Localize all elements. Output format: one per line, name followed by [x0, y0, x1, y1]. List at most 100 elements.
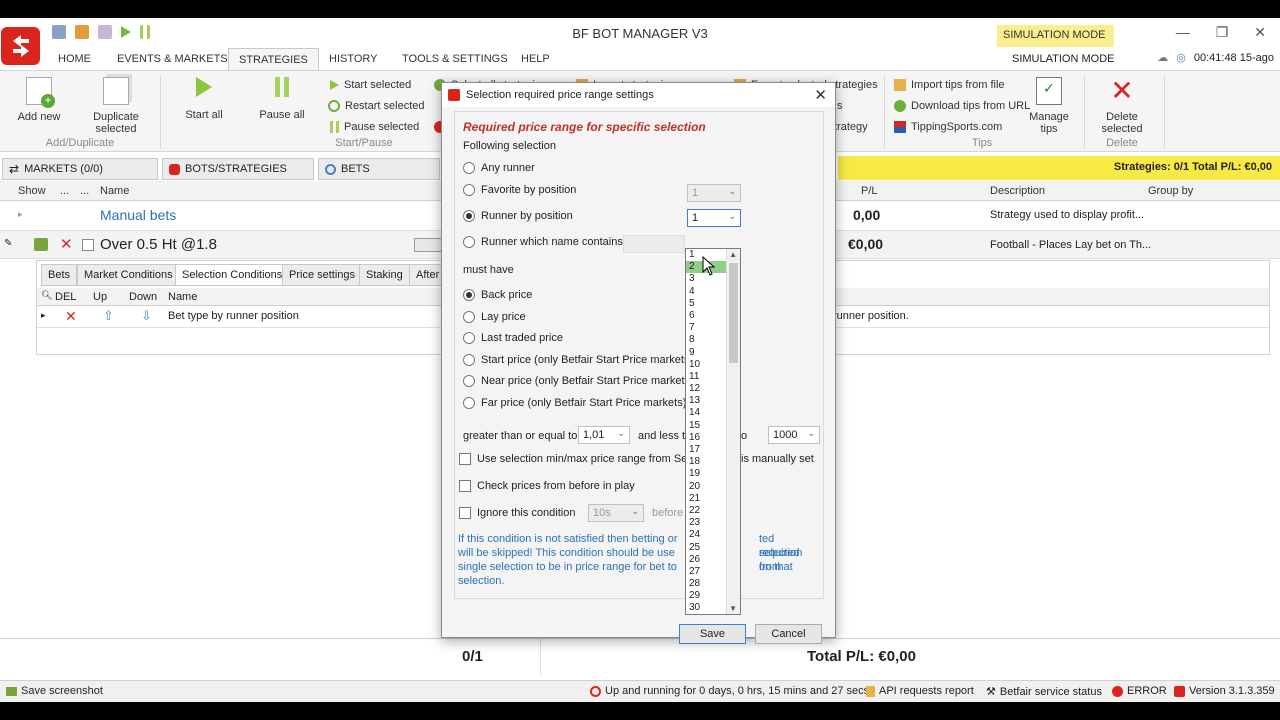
max-price-select[interactable]: 1000 ⌄ — [768, 426, 820, 444]
menu-simulation-mode[interactable]: SIMULATION MODE — [1012, 53, 1114, 65]
col-del[interactable]: DEL — [55, 291, 76, 303]
add-new-button[interactable]: + Add new — [14, 77, 64, 123]
strategy-pl: €0,00 — [848, 236, 884, 252]
tipping-sports-button[interactable]: TippingSports.com — [894, 121, 1002, 133]
delete-selected-button[interactable]: ✕ Delete selected — [1096, 77, 1148, 136]
search-icon[interactable]: 🔍︎ — [41, 290, 52, 301]
col-condition-name[interactable]: Name — [168, 291, 197, 303]
cloud-icon[interactable]: ☁ — [1157, 51, 1168, 64]
cancel-button[interactable]: Cancel — [755, 624, 822, 644]
col-dots-1[interactable]: ... — [60, 185, 69, 197]
runner-position-dropdown-list[interactable]: 1 2 3 4 5 6 7 8 9 10 11 12 13 14 15 16 17 18 19 20 21 22 23 24 2… — [685, 248, 741, 615]
tab-markets[interactable]: ⇄ MARKETS (0/0) — [2, 158, 158, 180]
col-pl[interactable]: P/L — [861, 185, 878, 197]
radio-near-price[interactable]: Near price (only Betfair Start Price mar… — [463, 375, 694, 387]
error-label: ERROR — [1127, 685, 1167, 697]
menu-tools-settings[interactable]: TOOLS & SETTINGS — [402, 53, 508, 65]
radio-lay-price[interactable]: Lay price — [463, 311, 526, 323]
menu-events-markets[interactable]: EVENTS & MARKETS — [117, 53, 228, 65]
col-name[interactable]: Name — [100, 185, 129, 197]
menu-home[interactable]: HOME — [58, 53, 91, 65]
col-group-by[interactable]: Group by — [1148, 185, 1193, 197]
expand-icon[interactable]: ▸ — [18, 209, 23, 220]
totals-count: 0/1 — [462, 648, 483, 665]
col-dots-2[interactable]: ... — [80, 185, 89, 197]
checkbox-ignore-condition[interactable]: Ignore this condition — [459, 507, 575, 519]
radio-runner-name-contains[interactable]: Runner which name contains — [463, 236, 623, 248]
ignore-time-select[interactable]: 10s ⌄ — [588, 504, 644, 522]
col-up[interactable]: Up — [93, 291, 107, 303]
col-description[interactable]: Description — [990, 185, 1045, 197]
radio-back-price[interactable]: Back price — [463, 289, 532, 301]
favorite-position-select[interactable]: 1 ⌄ — [687, 184, 741, 202]
dropdown-scrollbar[interactable]: ▲ ▼ — [726, 249, 740, 614]
radio-runner-by-position[interactable]: Runner by position — [463, 210, 573, 222]
totals-separator — [540, 639, 541, 675]
save-button[interactable]: Save — [679, 624, 746, 644]
checkbox-box — [459, 480, 471, 492]
radio-far-price[interactable]: Far price (only Betfair Start Price mark… — [463, 397, 686, 409]
edit-icon[interactable]: ✎ — [4, 238, 12, 249]
close-button[interactable]: ✕ — [1254, 24, 1266, 41]
tab-bots-strategies[interactable]: BOTS/STRATEGIES — [162, 158, 314, 180]
menu-help[interactable]: HELP — [521, 53, 550, 65]
scroll-down-icon[interactable]: ▼ — [729, 604, 737, 613]
app-logo[interactable] — [1, 27, 40, 65]
add-document-icon: + — [26, 77, 55, 108]
tab-bets[interactable]: BETS — [318, 158, 440, 180]
import-tips-button[interactable]: Import tips from file — [894, 79, 1005, 91]
move-up-icon[interactable]: ⇧ — [103, 308, 114, 324]
scrollbar-thumb[interactable] — [729, 263, 738, 363]
toggle-control[interactable] — [414, 238, 442, 252]
lay-price-label: Lay price — [481, 311, 526, 323]
duplicate-selected-button[interactable]: Duplicate selected — [86, 77, 146, 135]
subtab-price-settings[interactable]: Price settings — [282, 264, 363, 286]
betfair-status-button[interactable]: ⚒ Betfair service status — [986, 685, 1102, 699]
menu-strategies[interactable]: STRATEGIES — [228, 48, 319, 71]
subtab-staking[interactable]: Staking — [359, 264, 410, 286]
radio-favorite-by-position[interactable]: Favorite by position — [463, 184, 576, 196]
save-screenshot-button[interactable]: Save screenshot — [6, 685, 103, 697]
min-price-value: 1,01 — [583, 429, 605, 441]
subtab-selection-conditions[interactable]: Selection Conditions — [175, 264, 290, 286]
start-all-button[interactable]: Start all — [180, 77, 228, 121]
pause-all-button[interactable]: Pause all — [258, 77, 306, 121]
row-checkbox[interactable] — [82, 239, 94, 251]
move-down-icon[interactable]: ⇩ — [141, 308, 152, 324]
info-line-1: If this condition is not satisfied then … — [458, 533, 678, 545]
dialog-body: Required price range for specific select… — [454, 111, 824, 599]
api-requests-button[interactable]: API requests report — [866, 685, 974, 697]
radio-any-runner[interactable]: Any runner — [463, 162, 535, 174]
delete-row-icon[interactable]: ✕ — [60, 235, 73, 253]
ribbon-partial-strategy[interactable]: trategy — [834, 121, 868, 133]
manage-tips-button[interactable]: ✓ Manage tips — [1026, 77, 1072, 135]
strategies-summary: Strategies: 0/1 Total P/L: €0,00 — [1113, 161, 1272, 173]
minimize-button[interactable]: — — [1176, 24, 1190, 41]
manage-tips-label: Manage tips — [1029, 111, 1069, 135]
pause-icon — [275, 77, 289, 97]
download-tips-button[interactable]: Download tips from URL — [894, 100, 1030, 112]
delete-condition-icon[interactable]: ✕ — [65, 308, 77, 325]
runner-position-select[interactable]: 1 ⌄ — [687, 209, 741, 227]
radio-last-traded[interactable]: Last traded price — [463, 332, 563, 344]
error-status-button[interactable]: ERROR — [1112, 685, 1167, 697]
menu-history[interactable]: HISTORY — [329, 53, 378, 65]
checkbox-check-prices[interactable]: Check prices from before in play — [459, 480, 635, 492]
restart-selected-button[interactable]: Restart selected — [328, 100, 424, 112]
scroll-up-icon[interactable]: ▲ — [729, 250, 737, 259]
ribbon-partial-s[interactable]: s — [837, 100, 843, 112]
checkbox-use-minmax[interactable]: Use selection min/max price range from S… — [459, 453, 707, 465]
runner-name-input[interactable] — [623, 235, 685, 253]
restore-button[interactable]: ❐ — [1216, 24, 1229, 41]
pause-selected-button[interactable]: Pause selected — [330, 121, 419, 133]
radio-start-price[interactable]: Start price (only Betfair Start Price ma… — [463, 354, 693, 366]
globe-icon[interactable]: ◎ — [1176, 51, 1186, 64]
start-selected-button[interactable]: Start selected — [330, 79, 411, 91]
subtab-market-conditions[interactable]: Market Conditions — [77, 264, 180, 286]
dialog-close-button[interactable]: ✕ — [814, 86, 827, 104]
col-down[interactable]: Down — [129, 291, 157, 303]
min-price-select[interactable]: 1,01 ⌄ — [578, 426, 630, 444]
subtab-bets[interactable]: Bets — [41, 264, 78, 286]
col-show[interactable]: Show — [18, 185, 46, 197]
market-icon[interactable] — [34, 238, 48, 251]
